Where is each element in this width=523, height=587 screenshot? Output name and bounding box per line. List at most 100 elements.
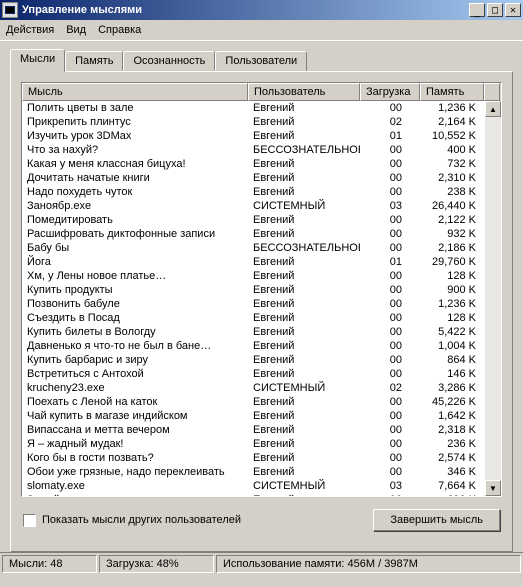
- menu-actions[interactable]: Действия: [6, 24, 54, 36]
- table-row[interactable]: slomaty.exeСИСТЕМНЫЙ037,664 K: [22, 479, 485, 493]
- table-row[interactable]: Позвонить бабулеЕвгений001,236 K: [22, 297, 485, 311]
- status-memory: Использование памяти: 456M / 3987M: [216, 555, 521, 573]
- cell-load: 00: [360, 451, 420, 465]
- cell-load: 00: [360, 101, 420, 115]
- listview-body[interactable]: Полить цветы в залеЕвгений001,236 KПрикр…: [22, 101, 485, 496]
- cell-user: Евгений: [248, 227, 360, 241]
- cell-memory: 45,226 K: [420, 395, 484, 409]
- cell-user: Евгений: [248, 325, 360, 339]
- cell-memory: 864 K: [420, 353, 484, 367]
- window-title: Управление мыслями: [22, 4, 467, 16]
- cell-load: 00: [360, 353, 420, 367]
- table-row[interactable]: Зимой так рано темнеетЕвгений00690 K: [22, 493, 485, 496]
- col-load[interactable]: Загрузка: [360, 83, 420, 101]
- table-row[interactable]: Купить барбарис и зируЕвгений00864 K: [22, 353, 485, 367]
- cell-load: 01: [360, 129, 420, 143]
- tab-0[interactable]: Мысли: [10, 49, 65, 72]
- vertical-scrollbar[interactable]: ▲ ▼: [485, 101, 501, 496]
- table-row[interactable]: Что за нахуй?БЕССОЗНАТЕЛЬНОЕ00400 K: [22, 143, 485, 157]
- menu-view[interactable]: Вид: [66, 24, 86, 36]
- listview-header: Мысль Пользователь Загрузка Память: [22, 83, 501, 101]
- cell-thought: Дочитать начатые книги: [22, 171, 248, 185]
- table-row[interactable]: Чай купить в магазе индийскомЕвгений001,…: [22, 409, 485, 423]
- close-button[interactable]: ✕: [505, 3, 521, 17]
- cell-load: 00: [360, 423, 420, 437]
- table-row[interactable]: Кого бы в гости позвать?Евгений002,574 K: [22, 451, 485, 465]
- cell-memory: 10,552 K: [420, 129, 484, 143]
- tab-1[interactable]: Память: [65, 51, 123, 71]
- statusbar: Мысли: 48 Загрузка: 48% Использование па…: [0, 552, 523, 575]
- tab-2[interactable]: Осознанность: [123, 51, 215, 71]
- table-row[interactable]: Заноябр.exeСИСТЕМНЫЙ0326,440 K: [22, 199, 485, 213]
- end-thought-button[interactable]: Завершить мысль: [373, 509, 500, 531]
- table-row[interactable]: Прикрепить плинтусЕвгений022,164 K: [22, 115, 485, 129]
- scroll-up-button[interactable]: ▲: [485, 101, 501, 117]
- table-row[interactable]: krucheny23.exeСИСТЕМНЫЙ023,286 K: [22, 381, 485, 395]
- cell-thought: slomaty.exe: [22, 479, 248, 493]
- cell-user: Евгений: [248, 129, 360, 143]
- table-row[interactable]: Встретиться с АнтохойЕвгений00146 K: [22, 367, 485, 381]
- table-row[interactable]: Купить продуктыЕвгений00900 K: [22, 283, 485, 297]
- cell-memory: 238 K: [420, 185, 484, 199]
- cell-thought: Полить цветы в зале: [22, 101, 248, 115]
- cell-memory: 128 K: [420, 269, 484, 283]
- cell-memory: 690 K: [420, 493, 484, 496]
- table-row[interactable]: Хм, у Лены новое платье…Евгений00128 K: [22, 269, 485, 283]
- cell-thought: Обои уже грязные, надо переклеивать: [22, 465, 248, 479]
- status-load: Загрузка: 48%: [99, 555, 214, 573]
- scroll-down-button[interactable]: ▼: [485, 480, 501, 496]
- cell-thought: Встретиться с Антохой: [22, 367, 248, 381]
- cell-memory: 2,186 K: [420, 241, 484, 255]
- table-row[interactable]: Поехать с Леной на катокЕвгений0045,226 …: [22, 395, 485, 409]
- table-row[interactable]: Съездить в ПосадЕвгений00128 K: [22, 311, 485, 325]
- scroll-track[interactable]: [485, 117, 501, 480]
- cell-user: Евгений: [248, 171, 360, 185]
- tab-3[interactable]: Пользователи: [215, 51, 307, 71]
- table-row[interactable]: Я – жадный мудак!Евгений00236 K: [22, 437, 485, 451]
- cell-user: Евгений: [248, 185, 360, 199]
- cell-thought: Съездить в Посад: [22, 311, 248, 325]
- table-row[interactable]: Полить цветы в залеЕвгений001,236 K: [22, 101, 485, 115]
- cell-user: СИСТЕМНЫЙ: [248, 479, 360, 493]
- cell-load: 02: [360, 381, 420, 395]
- cell-thought: Випассана и метта вечером: [22, 423, 248, 437]
- show-others-checkbox[interactable]: [23, 514, 36, 527]
- maximize-button[interactable]: □: [487, 3, 503, 17]
- cell-thought: Помедитировать: [22, 213, 248, 227]
- table-row[interactable]: ПомедитироватьЕвгений002,122 K: [22, 213, 485, 227]
- table-row[interactable]: Давненько я что-то не был в бане…Евгений…: [22, 339, 485, 353]
- cell-memory: 2,318 K: [420, 423, 484, 437]
- cell-user: Евгений: [248, 115, 360, 129]
- cell-load: 00: [360, 409, 420, 423]
- col-user[interactable]: Пользователь: [248, 83, 360, 101]
- cell-thought: Позвонить бабуле: [22, 297, 248, 311]
- col-thought[interactable]: Мысль: [22, 83, 248, 101]
- cell-user: СИСТЕМНЫЙ: [248, 199, 360, 213]
- table-row[interactable]: Какая у меня классная бицуха!Евгений0073…: [22, 157, 485, 171]
- table-row[interactable]: Бабу быБЕССОЗНАТЕЛЬНОЕ002,186 K: [22, 241, 485, 255]
- table-row[interactable]: Надо похудеть чутокЕвгений00238 K: [22, 185, 485, 199]
- menu-help[interactable]: Справка: [98, 24, 141, 36]
- table-row[interactable]: Купить билеты в ВологдуЕвгений005,422 K: [22, 325, 485, 339]
- table-row[interactable]: Изучить урок 3DMaxЕвгений0110,552 K: [22, 129, 485, 143]
- table-row[interactable]: Випассана и метта вечеромЕвгений002,318 …: [22, 423, 485, 437]
- table-row[interactable]: ЙогаЕвгений0129,760 K: [22, 255, 485, 269]
- cell-memory: 146 K: [420, 367, 484, 381]
- cell-user: Евгений: [248, 297, 360, 311]
- cell-memory: 3,286 K: [420, 381, 484, 395]
- cell-load: 00: [360, 269, 420, 283]
- table-row[interactable]: Обои уже грязные, надо переклеиватьЕвген…: [22, 465, 485, 479]
- cell-thought: Йога: [22, 255, 248, 269]
- col-memory[interactable]: Память: [420, 83, 484, 101]
- cell-thought: Бабу бы: [22, 241, 248, 255]
- table-row[interactable]: Расшифровать диктофонные записиЕвгений00…: [22, 227, 485, 241]
- cell-user: БЕССОЗНАТЕЛЬНОЕ: [248, 241, 360, 255]
- table-row[interactable]: Дочитать начатые книгиЕвгений002,310 K: [22, 171, 485, 185]
- cell-memory: 1,236 K: [420, 101, 484, 115]
- cell-thought: Расшифровать диктофонные записи: [22, 227, 248, 241]
- cell-user: Евгений: [248, 409, 360, 423]
- cell-thought: Надо похудеть чуток: [22, 185, 248, 199]
- minimize-button[interactable]: _: [469, 3, 485, 17]
- cell-memory: 1,642 K: [420, 409, 484, 423]
- tab-strip: МыслиПамятьОсознанностьПользователи: [10, 49, 513, 71]
